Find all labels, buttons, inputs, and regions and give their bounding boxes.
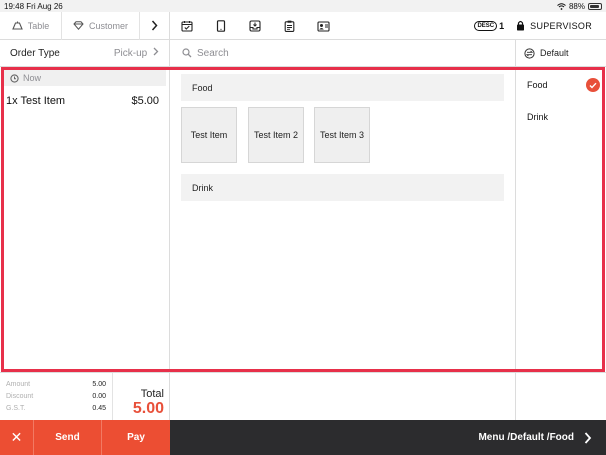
amount-value: 5.00 bbox=[92, 380, 106, 388]
user-label: SUPERVISOR bbox=[530, 20, 592, 31]
category-footer bbox=[516, 372, 606, 420]
status-bar: 19:48 Fri Aug 26 88% bbox=[0, 0, 606, 12]
customer-icon bbox=[73, 21, 84, 30]
order-line-price: $5.00 bbox=[131, 95, 159, 107]
contact-card-icon bbox=[316, 20, 330, 32]
category-label: Drink bbox=[527, 112, 549, 122]
category-list: Food Drink bbox=[516, 67, 606, 372]
customer-label: Customer bbox=[88, 20, 128, 31]
clipboard-icon bbox=[284, 20, 294, 32]
menu-item-tile[interactable]: Test Item 2 bbox=[248, 107, 304, 163]
section-header-drink: Drink bbox=[181, 174, 504, 201]
customer-button[interactable]: Customer bbox=[62, 11, 140, 40]
order-panel: Now 1x Test Item $5.00 bbox=[0, 67, 170, 372]
menu-item-tile[interactable]: Test Item 3 bbox=[314, 107, 370, 163]
totals-breakdown: Amount 5.00 Discount 0.00 G.S.T. 0.45 bbox=[0, 373, 113, 420]
order-type-label: Order Type bbox=[10, 47, 60, 59]
chevron-right-icon bbox=[151, 20, 158, 31]
discount-row: Discount 0.00 bbox=[6, 390, 106, 402]
totals-panel: Amount 5.00 Discount 0.00 G.S.T. 0.45 To… bbox=[0, 372, 170, 420]
order-time-label: Now bbox=[23, 73, 42, 83]
order-type-value-group: Pick-up bbox=[114, 47, 159, 59]
staff-button[interactable] bbox=[306, 12, 340, 40]
total-label: Total bbox=[140, 388, 164, 400]
tablet-icon bbox=[216, 19, 226, 32]
order-line-item[interactable]: 1x Test Item $5.00 bbox=[0, 86, 169, 107]
cash-drawer-button[interactable] bbox=[238, 12, 272, 40]
swap-icon bbox=[524, 47, 535, 59]
status-time-date: 19:48 Fri Aug 26 bbox=[4, 2, 63, 11]
gst-row: G.S.T. 0.45 bbox=[6, 402, 106, 414]
table-button[interactable]: Table bbox=[0, 11, 62, 40]
total-box: Total 5.00 bbox=[113, 373, 169, 420]
device-button[interactable] bbox=[204, 12, 238, 40]
amount-row: Amount 5.00 bbox=[6, 378, 106, 390]
desc-badge: DESC bbox=[474, 20, 498, 31]
user-button[interactable]: SUPERVISOR bbox=[516, 20, 592, 31]
order-type-selector[interactable]: Order Type Pick-up bbox=[0, 40, 170, 66]
category-item-food[interactable]: Food bbox=[516, 69, 606, 101]
table-icon bbox=[11, 21, 23, 30]
total-value: 5.00 bbox=[132, 400, 164, 417]
orders-button[interactable] bbox=[272, 12, 306, 40]
wifi-icon bbox=[557, 2, 566, 10]
battery-icon bbox=[588, 2, 602, 10]
search-icon bbox=[182, 48, 192, 58]
discount-value: 0.00 bbox=[92, 392, 106, 400]
sub-header: Order Type Pick-up Search Default bbox=[0, 40, 606, 67]
section-header-food: Food bbox=[181, 74, 504, 101]
category-item-drink[interactable]: Drink bbox=[516, 101, 606, 133]
gst-value: 0.45 bbox=[92, 404, 106, 412]
cancel-order-button[interactable]: ✕ bbox=[0, 420, 34, 455]
amount-label: Amount bbox=[6, 380, 31, 388]
order-time-row[interactable]: Now bbox=[3, 70, 166, 86]
chevron-right-icon bbox=[584, 431, 592, 444]
menu-grid: Food Test Item Test Item 2 Test Item 3 D… bbox=[170, 67, 516, 372]
search-placeholder: Search bbox=[197, 47, 229, 59]
desc-count: 1 bbox=[499, 20, 505, 31]
clock-icon bbox=[10, 73, 19, 83]
top-toolbar: Table Customer DESC 1 SUPERVISOR bbox=[0, 11, 606, 40]
lock-icon bbox=[517, 20, 525, 31]
calendar-check-icon bbox=[181, 20, 193, 32]
category-label: Food bbox=[527, 80, 548, 90]
menu-footer bbox=[170, 372, 516, 420]
discount-label: Discount bbox=[6, 392, 34, 400]
desc-indicator[interactable]: DESC 1 bbox=[474, 20, 505, 31]
menu-selector[interactable]: Default bbox=[516, 40, 606, 66]
menu-selector-label: Default bbox=[540, 48, 569, 58]
check-icon bbox=[586, 78, 600, 92]
table-label: Table bbox=[27, 20, 50, 31]
action-bar: ✕ Send Pay Menu /Default /Food bbox=[0, 420, 606, 455]
chevron-right-icon bbox=[153, 47, 159, 56]
order-line-text: 1x Test Item bbox=[6, 95, 66, 107]
toolbar-expand-button[interactable] bbox=[140, 11, 170, 40]
close-icon: ✕ bbox=[10, 429, 23, 445]
search-input[interactable]: Search bbox=[170, 40, 516, 66]
status-date: Fri Aug 26 bbox=[26, 1, 63, 11]
send-button[interactable]: Send bbox=[34, 420, 102, 455]
calendar-button[interactable] bbox=[170, 12, 204, 40]
status-time: 19:48 bbox=[4, 1, 25, 11]
order-type-value: Pick-up bbox=[113, 48, 148, 59]
battery-percent: 88% bbox=[568, 1, 585, 11]
menu-breadcrumb-bar[interactable]: Menu /Default /Food bbox=[170, 420, 606, 455]
cash-drawer-icon bbox=[249, 19, 261, 32]
pay-button[interactable]: Pay bbox=[102, 420, 170, 455]
gst-label: G.S.T. bbox=[6, 404, 26, 412]
menu-item-tile[interactable]: Test Item bbox=[181, 107, 237, 163]
breadcrumb: Menu /Default /Food bbox=[478, 432, 574, 443]
